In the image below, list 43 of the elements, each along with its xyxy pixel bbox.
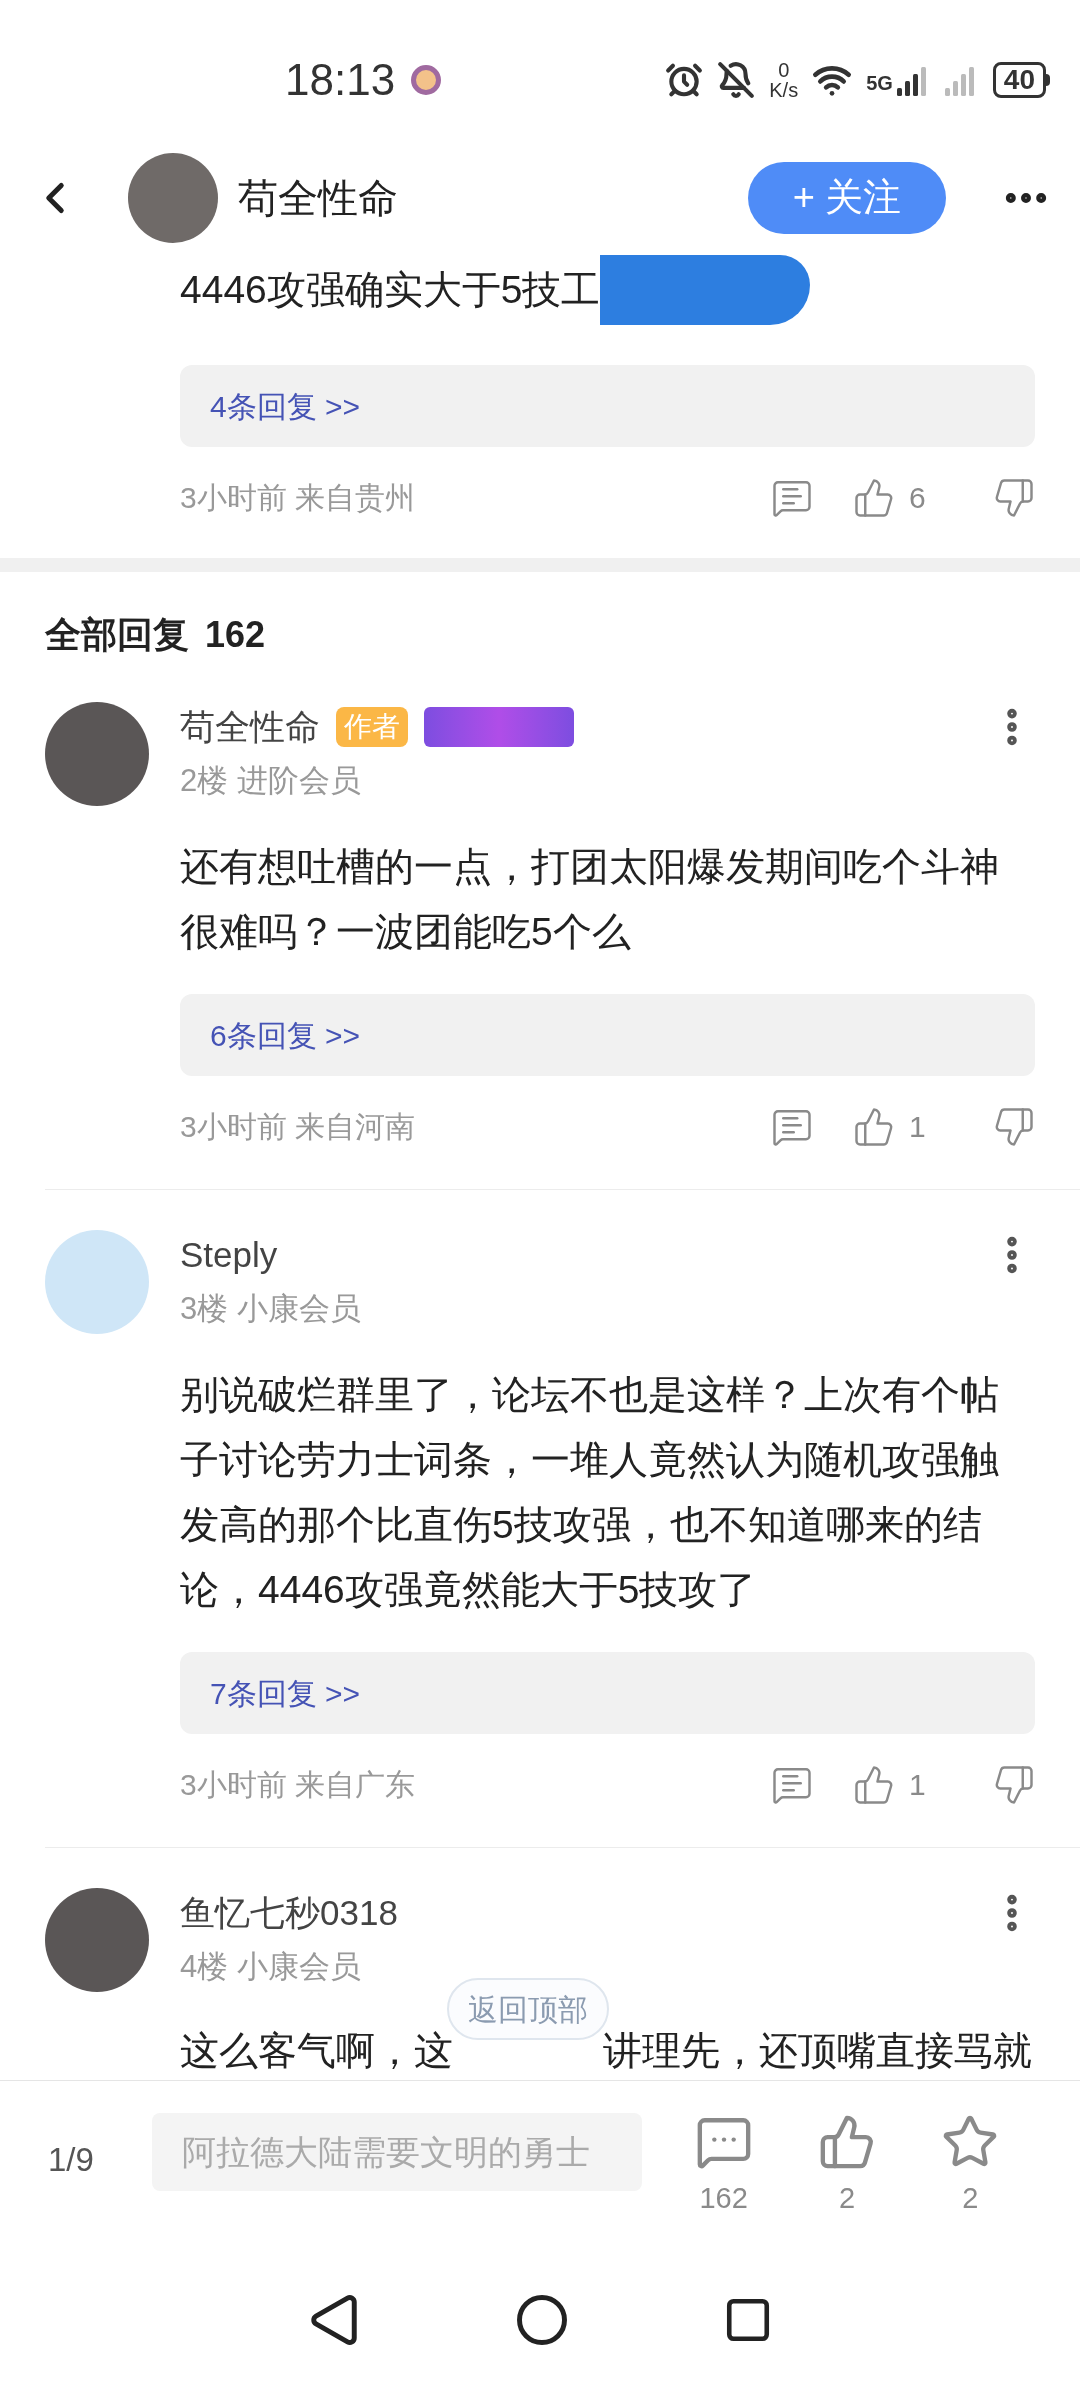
post-meta: 3小时前 来自贵州 <box>180 480 416 516</box>
like-icon[interactable] <box>853 476 895 519</box>
net-speed-value: 0 <box>778 60 790 80</box>
dislike-icon[interactable] <box>993 1105 1035 1148</box>
replies-link[interactable]: 7条回复 >> <box>180 1652 1035 1734</box>
net-speed-unit: K/s <box>769 80 799 100</box>
comment-count: 162 <box>699 2181 748 2216</box>
replies-link[interactable]: 6条回复 >> <box>180 994 1035 1076</box>
reply-count: 162 <box>205 613 266 657</box>
comment-text: 4446攻强确实大于5技工 <box>180 266 601 313</box>
mute-icon <box>717 61 756 99</box>
dislike-icon[interactable] <box>993 1763 1035 1806</box>
like-count: 6 <box>909 480 926 516</box>
network-type: 5G <box>866 71 893 96</box>
commenter-name: Steply <box>180 1233 278 1276</box>
section-title: 全部回复 <box>45 613 189 657</box>
nav-home-icon[interactable] <box>515 2293 569 2347</box>
replies-link[interactable]: 4条回复 >> <box>180 365 1035 447</box>
battery-level: 40 <box>992 62 1046 98</box>
favorite-count: 2 <box>962 2181 979 2216</box>
commenter-name: 鱼忆七秒0318 <box>180 1891 398 1934</box>
comment-text: 还有想吐槽的一点，打团太阳爆发期间吃个斗神很难吗？一波团能吃5个么 <box>180 844 1000 955</box>
floor-info: 4楼 小康会员 <box>180 1948 362 1986</box>
follow-button[interactable]: + 关注 <box>748 161 946 234</box>
floor-info: 2楼 进阶会员 <box>180 762 362 800</box>
author-name: 苟全性命 <box>238 174 398 222</box>
post-meta: 3小时前 来自广东 <box>180 1767 416 1803</box>
like-icon[interactable] <box>853 1763 895 1806</box>
comment-text: 别说破烂群里了，论坛不也是这样？上次有个帖子讨论劳力士词条，一堆人竟然认为随机攻强触发高的那个比直伤5技攻强，也不知道哪来的结论，4446攻强竟然能大于5技攻了 <box>180 1372 1000 1613</box>
alarm-icon <box>665 61 704 99</box>
page-indicator: 1/9 <box>48 2140 95 2180</box>
app-notification-icon <box>411 65 442 95</box>
like-count: 2 <box>838 2181 856 2216</box>
like-icon[interactable] <box>818 2113 876 2171</box>
floor-info: 3楼 小康会员 <box>180 1290 362 1328</box>
author-badge: 作者 <box>336 707 408 747</box>
commenter-name: 苟全性命 <box>180 705 320 748</box>
status-time: 18:13 <box>285 54 396 106</box>
like-count: 1 <box>909 1109 926 1145</box>
like-count: 1 <box>909 1767 926 1803</box>
post-meta: 3小时前 来自河南 <box>180 1109 416 1145</box>
like-icon[interactable] <box>853 1105 895 1148</box>
dislike-icon[interactable] <box>993 476 1035 519</box>
